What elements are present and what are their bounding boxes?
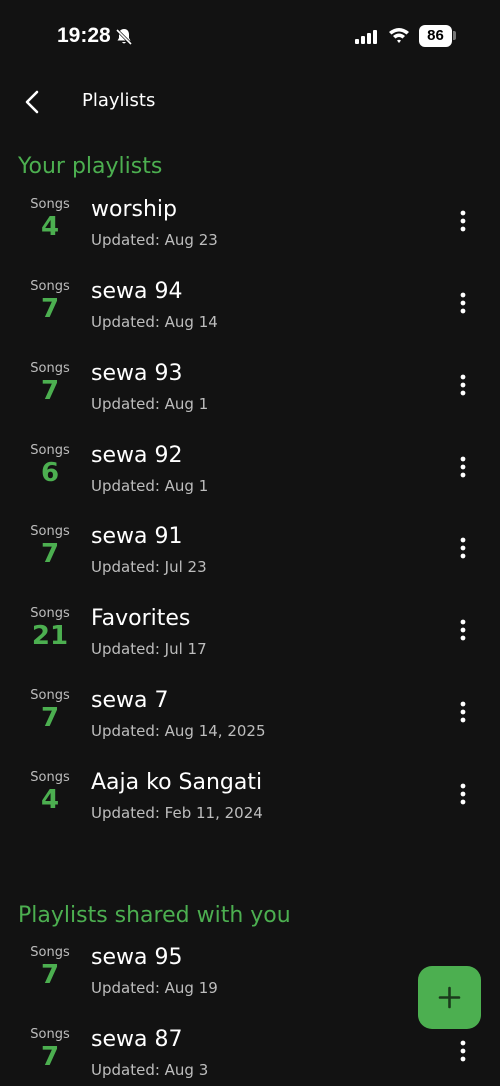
playlist-updated: Updated: Aug 14, 2025 [91, 722, 266, 740]
playlist-name: worship [91, 197, 177, 222]
battery-icon: 86 [419, 25, 452, 47]
playlist-row[interactable]: Songs 7 sewa 91 Updated: Jul 23 [0, 524, 500, 606]
songs-label: Songs [30, 606, 70, 621]
more-options-icon[interactable] [451, 207, 475, 235]
songs-label: Songs [30, 1027, 70, 1042]
plus-icon [438, 986, 461, 1009]
songs-count: 4 [40, 785, 60, 815]
songs-count: 7 [40, 703, 60, 733]
status-bar: 19:28 86 [0, 0, 500, 72]
songs-label: Songs [30, 688, 70, 703]
battery-tip [453, 31, 456, 40]
page-title: Playlists [82, 90, 156, 111]
back-button[interactable] [18, 86, 48, 118]
wifi-icon [389, 28, 409, 43]
playlist-name: sewa 91 [91, 524, 183, 549]
playlist-name: Aaja ko Sangati [91, 770, 263, 795]
songs-count: 7 [40, 376, 60, 406]
songs-label: Songs [30, 197, 70, 212]
playlist-updated: Updated: Aug 1 [91, 395, 209, 413]
playlist-row[interactable]: Songs 7 sewa 93 Updated: Aug 1 [0, 361, 500, 443]
songs-label: Songs [30, 361, 70, 376]
playlist-row[interactable]: Songs 7 sewa 94 Updated: Aug 14 [0, 279, 500, 361]
playlist-row[interactable]: Songs 7 sewa 87 Updated: Aug 3 [0, 1027, 500, 1086]
songs-count: 4 [40, 212, 60, 242]
songs-count: 7 [40, 294, 60, 324]
playlist-updated: Updated: Jul 17 [91, 640, 207, 658]
playlist-updated: Updated: Feb 11, 2024 [91, 804, 263, 822]
songs-label: Songs [30, 945, 70, 960]
add-playlist-button[interactable] [418, 966, 481, 1029]
songs-count: 7 [40, 1042, 60, 1072]
songs-label: Songs [30, 279, 70, 294]
status-time: 19:28 [57, 24, 111, 47]
more-options-icon[interactable] [451, 371, 475, 399]
songs-count: 7 [40, 960, 60, 990]
playlist-updated: Updated: Aug 19 [91, 979, 218, 997]
playlist-row[interactable]: Songs 7 sewa 7 Updated: Aug 14, 2025 [0, 688, 500, 770]
playlist-name: sewa 92 [91, 443, 183, 468]
playlist-row[interactable]: Songs 21 Favorites Updated: Jul 17 [0, 606, 500, 688]
more-options-icon[interactable] [451, 289, 475, 317]
playlist-updated: Updated: Aug 23 [91, 231, 218, 249]
bell-off-icon [115, 28, 133, 46]
signal-icon [355, 30, 377, 44]
playlist-name: sewa 94 [91, 279, 183, 304]
playlist-updated: Updated: Aug 3 [91, 1061, 209, 1079]
more-options-icon[interactable] [451, 1037, 475, 1065]
songs-label: Songs [30, 443, 70, 458]
more-options-icon[interactable] [451, 453, 475, 481]
playlist-name: sewa 7 [91, 688, 169, 713]
section-heading-shared-playlists: Playlists shared with you [18, 903, 291, 928]
songs-label: Songs [30, 524, 70, 539]
playlist-updated: Updated: Jul 23 [91, 558, 207, 576]
songs-count: 6 [40, 458, 60, 488]
playlist-updated: Updated: Aug 14 [91, 313, 218, 331]
songs-count: 21 [31, 621, 69, 651]
playlist-name: sewa 95 [91, 945, 183, 970]
playlist-name: sewa 93 [91, 361, 183, 386]
more-options-icon[interactable] [451, 780, 475, 808]
playlist-row[interactable]: Songs 4 worship Updated: Aug 23 [0, 197, 500, 279]
playlist-row[interactable]: Songs 6 sewa 92 Updated: Aug 1 [0, 443, 500, 525]
playlist-row[interactable]: Songs 4 Aaja ko Sangati Updated: Feb 11,… [0, 770, 500, 852]
section-heading-your-playlists: Your playlists [18, 154, 163, 179]
playlist-updated: Updated: Aug 1 [91, 477, 209, 495]
more-options-icon[interactable] [451, 698, 475, 726]
more-options-icon[interactable] [451, 534, 475, 562]
more-options-icon[interactable] [451, 616, 475, 644]
playlist-name: Favorites [91, 606, 191, 631]
playlist-name: sewa 87 [91, 1027, 183, 1052]
songs-label: Songs [30, 770, 70, 785]
songs-count: 7 [40, 539, 60, 569]
